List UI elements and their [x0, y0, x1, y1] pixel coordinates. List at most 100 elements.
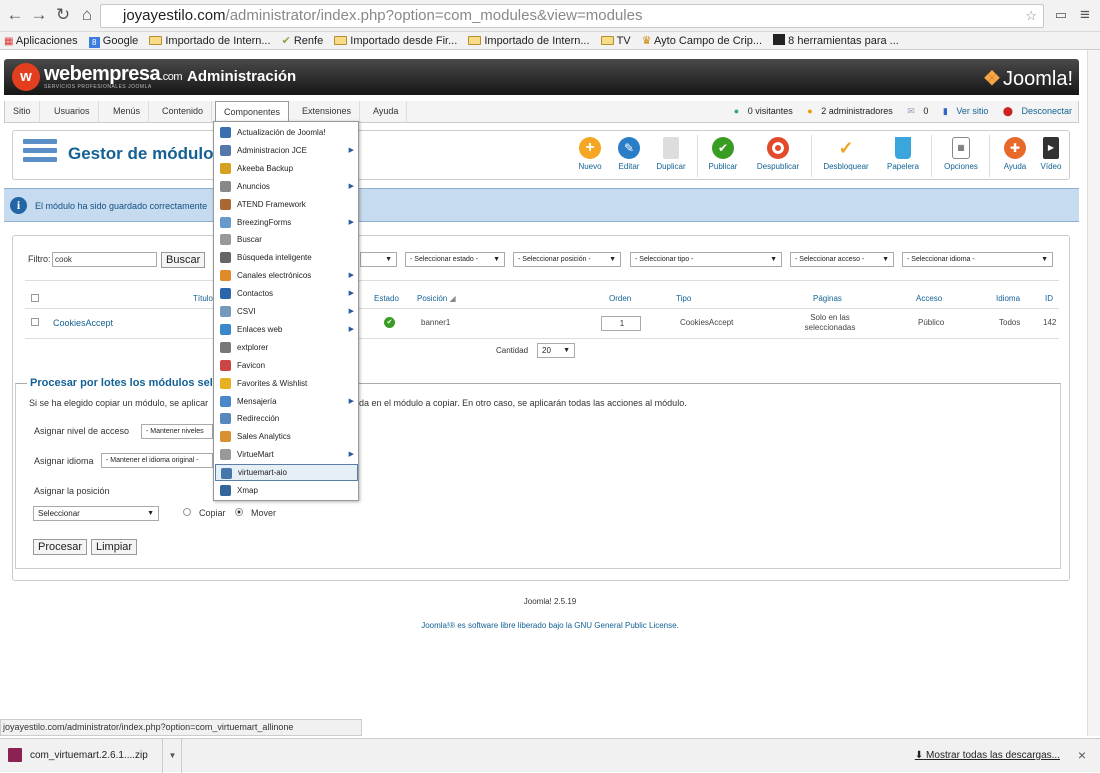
bookmark-folder[interactable]: Importado de Intern...	[149, 35, 271, 47]
dropdown-item[interactable]: Actualización de Joomla!	[215, 124, 358, 141]
menu-usuarios[interactable]: Usuarios	[46, 101, 99, 122]
column-status[interactable]: Estado	[374, 294, 399, 303]
dropdown-item[interactable]: Anuncios ▶	[215, 178, 358, 195]
view-site-link[interactable]: ▮ Ver sitio	[937, 106, 988, 116]
gpl-link[interactable]: GNU General Public License.	[574, 621, 679, 630]
dropdown-item[interactable]: Contactos ▶	[215, 285, 358, 302]
bookmark-apps[interactable]: ▦ Aplicaciones	[4, 35, 78, 47]
menu-contenido[interactable]: Contenido	[154, 101, 213, 122]
options-button[interactable]: ▦ Opciones	[939, 137, 983, 171]
download-item[interactable]: com_virtuemart.2.6.1....zip ▼	[0, 739, 182, 773]
bookmark-ayto[interactable]: ♛ Ayto Campo de Crip...	[642, 35, 762, 47]
row-checkbox[interactable]	[31, 318, 39, 326]
column-title[interactable]: Título	[193, 294, 213, 303]
clear-button[interactable]: Limpiar	[91, 539, 138, 555]
filter-select-partial[interactable]: ▼	[360, 252, 397, 267]
filter-language-select[interactable]: - Seleccionar idioma - ▼	[902, 252, 1053, 267]
dropdown-item[interactable]: CSVI ▶	[215, 303, 358, 320]
search-button[interactable]: Buscar	[161, 252, 206, 268]
component-icon	[220, 431, 231, 443]
column-type[interactable]: Tipo	[676, 294, 691, 303]
dropdown-item[interactable]: Canales electrónicos ▶	[215, 267, 358, 284]
batch-access-select[interactable]: - Mantener niveles	[141, 424, 213, 439]
batch-language-select[interactable]: - Mantener el idioma original -	[101, 453, 213, 468]
page-icon	[773, 34, 786, 45]
filter-type-select[interactable]: - Seleccionar tipo - ▼	[630, 252, 782, 267]
close-download-bar-icon[interactable]: ×	[1078, 747, 1086, 763]
home-icon[interactable]: ⌂	[76, 4, 98, 26]
page-scrollbar[interactable]	[1087, 50, 1100, 736]
dropdown-item[interactable]: Redirección	[215, 410, 358, 427]
bookmark-google[interactable]: 8 Google	[88, 35, 138, 48]
menu-componentes[interactable]: Componentes	[215, 101, 290, 122]
video-button[interactable]: ▶ Vídeo	[1029, 137, 1073, 171]
checkin-button[interactable]: ✓ Desbloquear	[819, 137, 873, 171]
publish-button[interactable]: ✔ Publicar	[701, 137, 745, 171]
dropdown-item[interactable]: BreezingForms ▶	[215, 214, 358, 231]
dropdown-item[interactable]: Sales Analytics	[215, 428, 358, 445]
bookmark-folder[interactable]: Importado de Intern...	[468, 35, 590, 47]
trash-button[interactable]: Papelera	[881, 137, 925, 171]
process-button[interactable]: Procesar	[33, 539, 88, 555]
dropdown-item[interactable]: Akeeba Backup	[215, 160, 358, 177]
dropdown-item[interactable]: Buscar	[215, 231, 358, 248]
bookmark-herramientas[interactable]: 8 herramientas para ...	[773, 34, 899, 47]
dropdown-item[interactable]: Búsqueda inteligente	[215, 249, 358, 266]
cast-icon[interactable]: ▭	[1050, 4, 1072, 26]
dropdown-item[interactable]: VirtueMart ▶	[215, 446, 358, 463]
move-radio[interactable]	[235, 508, 243, 516]
plus-icon: +	[579, 137, 601, 159]
bookmark-renfe[interactable]: ✔ Renfe	[282, 35, 324, 47]
row-title-link[interactable]: CookiesAccept	[53, 318, 113, 328]
url-host: joyayestilo.com	[123, 7, 226, 24]
column-pages[interactable]: Páginas	[813, 294, 842, 303]
filter-search-input[interactable]: cook	[52, 252, 157, 267]
duplicate-button[interactable]: Duplicar	[649, 137, 693, 171]
messages-status[interactable]: ✉ 0	[901, 106, 928, 116]
batch-position-select[interactable]: Seleccionar ▼	[33, 506, 159, 521]
batch-description-rest: da en el módulo a copiar. En otro caso, …	[359, 398, 687, 408]
column-position[interactable]: Posición ◢	[417, 294, 456, 303]
submenu-arrow-icon: ▶	[348, 218, 354, 226]
column-access[interactable]: Acceso	[916, 294, 942, 303]
address-bar[interactable]: joyayestilo.com/administrator/index.php?…	[100, 4, 1044, 28]
menu-icon[interactable]: ≡	[1074, 4, 1096, 26]
published-icon[interactable]: ✔	[384, 317, 395, 328]
count-select[interactable]: 20 ▼	[537, 343, 575, 358]
reload-icon[interactable]: ↻	[52, 4, 74, 26]
dropdown-item[interactable]: ATEND Framework	[215, 196, 358, 213]
select-all-checkbox[interactable]	[31, 294, 39, 302]
unpublish-button[interactable]: Despublicar	[753, 137, 803, 171]
back-icon[interactable]: ←	[4, 4, 26, 26]
menu-extensiones[interactable]: Extensiones	[294, 101, 361, 122]
dropdown-item[interactable]: Xmap	[215, 482, 358, 499]
filter-status-select[interactable]: - Seleccionar estado - ▼	[405, 252, 505, 267]
download-options-icon[interactable]: ▼	[162, 739, 182, 773]
menu-sitio[interactable]: Sitio	[5, 101, 40, 122]
filter-position-select[interactable]: - Seleccionar posición - ▼	[513, 252, 621, 267]
forward-icon[interactable]: →	[28, 4, 50, 26]
batch-fieldset	[15, 383, 1061, 569]
bookmark-folder[interactable]: TV	[600, 35, 631, 47]
row-order-input[interactable]: 1	[601, 316, 641, 331]
star-icon[interactable]: ☆	[1025, 5, 1037, 27]
dropdown-item[interactable]: extplorer	[215, 339, 358, 356]
logout-link[interactable]: ⬤ Desconectar	[997, 106, 1072, 116]
new-button[interactable]: + Nuevo	[568, 137, 612, 171]
dropdown-item[interactable]: Administracion JCE ▶	[215, 142, 358, 159]
edit-button[interactable]: ✎ Editar	[607, 137, 651, 171]
menu-menus[interactable]: Menús	[105, 101, 150, 122]
dropdown-item[interactable]: Enlaces web ▶	[215, 321, 358, 338]
column-language[interactable]: Idioma	[996, 294, 1020, 303]
show-all-downloads-link[interactable]: ⬇ Mostrar todas las descargas...	[915, 750, 1060, 761]
dropdown-item[interactable]: Mensajería ▶	[215, 393, 358, 410]
dropdown-item[interactable]: Favicon	[215, 357, 358, 374]
bookmark-folder[interactable]: Importado desde Fir...	[334, 35, 457, 47]
column-id[interactable]: ID	[1045, 294, 1053, 303]
dropdown-item[interactable]: Favorites & Wishlist	[215, 375, 358, 392]
copy-radio[interactable]	[183, 508, 191, 516]
dropdown-item[interactable]: virtuemart-aio	[215, 464, 358, 482]
filter-access-select[interactable]: - Seleccionar acceso - ▼	[790, 252, 894, 267]
column-order[interactable]: Orden	[609, 294, 631, 303]
menu-ayuda[interactable]: Ayuda	[365, 101, 408, 122]
